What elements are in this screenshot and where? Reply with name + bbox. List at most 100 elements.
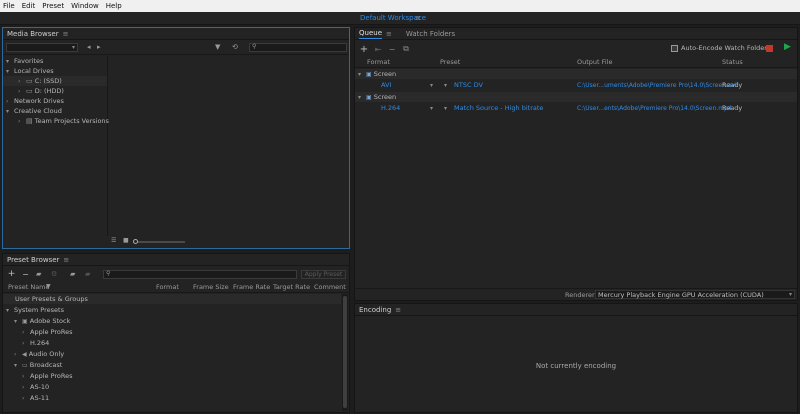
preset-row-user-presets[interactable]: User Presets & Groups	[3, 294, 341, 304]
forward-icon[interactable]: ▸	[97, 43, 101, 51]
import-icon[interactable]: ▰	[70, 270, 75, 278]
tab-watch-folders[interactable]: Watch Folders	[406, 30, 455, 38]
preset-scrollbar[interactable]	[342, 294, 348, 411]
menu-help[interactable]: Help	[106, 2, 122, 10]
preset-value[interactable]: Match Source - High bitrate	[454, 104, 543, 112]
preset-scrollbar-thumb[interactable]	[343, 296, 347, 408]
format-dropdown-icon[interactable]: ▾	[430, 105, 433, 112]
add-source-button[interactable]: +	[359, 44, 369, 55]
preset-dropdown-icon[interactable]: ▾	[444, 105, 447, 112]
preset-row-adobe-stock[interactable]: ▾ ▣ Adobe Stock	[3, 316, 70, 326]
preset-row-apple-prores[interactable]: › Apple ProRes	[3, 327, 73, 337]
media-browser-title: Media Browser	[7, 29, 59, 38]
workspace-menu-icon[interactable]: ≡	[415, 14, 421, 22]
tree-item-drive-c[interactable]: › ▭ C: (SSD)	[3, 76, 107, 86]
zoom-slider-handle[interactable]	[133, 239, 138, 244]
panel-menu-icon[interactable]: ≡	[63, 30, 69, 38]
status-value: Ready	[722, 81, 743, 89]
preset-row-broadcast[interactable]: ▾ ▭ Broadcast	[3, 360, 62, 370]
col-format[interactable]: Format	[156, 283, 179, 291]
media-browser-toolbar: ▾ ◂ ▸ ▼ ⟲ ⚲	[3, 41, 349, 55]
queue-panel: Queue ≡ Watch Folders + ⇤ − ⧉ Auto-Encod…	[354, 27, 798, 301]
new-group-icon[interactable]: ▰	[36, 270, 41, 278]
menu-file[interactable]: File	[3, 2, 15, 10]
output-file-value[interactable]: C:\User...uments\Adobe\Premiere Pro\14.0…	[577, 82, 737, 89]
tree-item-favorites[interactable]: ▾ Favorites	[6, 56, 43, 66]
col-target-rate[interactable]: Target Rate	[273, 283, 310, 291]
queue-menu-icon[interactable]: ≡	[386, 30, 392, 38]
queue-group-row[interactable]: ▾ ▣ Screen	[355, 92, 797, 102]
drive-icon: ▭	[26, 87, 33, 95]
queue-group-row[interactable]: ▾ ▣ Screen	[355, 69, 797, 79]
zoom-slider[interactable]	[133, 239, 185, 244]
drive-icon: ▭	[26, 77, 33, 85]
format-value[interactable]: H.264	[381, 104, 400, 112]
new-preset-button[interactable]: +	[7, 269, 16, 279]
preset-row-h264[interactable]: › H.264	[3, 338, 49, 348]
queue-item-row[interactable]: AVI ▾ ▾ NTSC DV C:\User...uments\Adobe\P…	[355, 80, 797, 90]
panel-menu-icon[interactable]: ≡	[63, 256, 69, 264]
media-search-input[interactable]: ⚲	[249, 43, 347, 52]
format-value[interactable]: AVI	[381, 81, 391, 89]
preset-browser-header: Preset Browser ≡	[3, 254, 349, 266]
preset-row-as10[interactable]: › AS-10	[3, 382, 49, 392]
col-frame-rate[interactable]: Frame Rate	[233, 283, 270, 291]
col-frame-size[interactable]: Frame Size	[193, 283, 229, 291]
tree-item-team-projects[interactable]: › ▤ Team Projects Versions	[18, 116, 109, 126]
export-icon[interactable]: ▰	[85, 270, 90, 278]
output-file-value[interactable]: C:\User...ents\Adobe\Premiere Pro\14.0\S…	[577, 105, 732, 112]
tab-queue[interactable]: Queue	[359, 29, 382, 39]
settings-icon[interactable]: ⚙	[51, 270, 57, 278]
col-comment[interactable]: Comment	[314, 283, 346, 291]
apply-preset-button[interactable]: Apply Preset	[301, 270, 346, 279]
auto-encode-checkbox[interactable]	[671, 45, 678, 52]
preset-search-input[interactable]: ⚲	[103, 270, 297, 279]
filter-icon[interactable]: ▼	[215, 43, 220, 51]
stop-queue-button[interactable]	[766, 45, 773, 52]
chevron-down-icon: ▾	[788, 291, 792, 298]
view-toggle-icon[interactable]: ⟲	[232, 43, 238, 51]
menu-window[interactable]: Window	[71, 2, 99, 10]
tree-item-network-drives[interactable]: › Network Drives	[6, 96, 64, 106]
media-browser-panel: Media Browser ≡ ▾ ◂ ▸ ▼ ⟲ ⚲ ▾ Favorites ▾…	[2, 27, 350, 249]
preset-column-header: Preset Name ▼ Format Frame Size Frame Ra…	[3, 283, 349, 293]
tree-item-local-drives[interactable]: ▾ Local Drives	[6, 66, 54, 76]
col-preset-name[interactable]: Preset Name	[8, 283, 50, 291]
remove-preset-button[interactable]: −	[21, 269, 30, 279]
group-name: Screen	[373, 70, 397, 78]
icon-view-icon[interactable]: ■	[123, 237, 129, 244]
queue-item-row[interactable]: H.264 ▾ ▾ Match Source - High bitrate C:…	[355, 103, 797, 113]
remove-button[interactable]: −	[387, 44, 397, 54]
renderer-dropdown[interactable]: Mercury Playback Engine GPU Acceleration…	[595, 290, 795, 299]
preset-dropdown-icon[interactable]: ▾	[444, 82, 447, 89]
col-status[interactable]: Status	[722, 58, 743, 66]
encoding-header: Encoding ≡	[355, 304, 797, 316]
menu-edit[interactable]: Edit	[22, 2, 36, 10]
renderer-bar: Renderer: Mercury Playback Engine GPU Ac…	[355, 288, 797, 300]
preset-row-as11[interactable]: › AS-11	[3, 393, 49, 403]
team-projects-icon: ▤	[26, 117, 33, 125]
col-preset[interactable]: Preset	[440, 58, 460, 66]
back-icon[interactable]: ◂	[87, 43, 91, 51]
tree-item-creative-cloud[interactable]: ▾ Creative Cloud	[6, 106, 62, 116]
broadcast-icon: ▭	[22, 361, 28, 369]
panel-menu-icon[interactable]: ≡	[395, 306, 401, 314]
preset-value[interactable]: NTSC DV	[454, 81, 483, 89]
preset-row-audio-only[interactable]: › ◀ Audio Only	[3, 349, 64, 359]
menu-preset[interactable]: Preset	[42, 2, 64, 10]
start-queue-button[interactable]: ▶	[784, 42, 791, 52]
col-format[interactable]: Format	[367, 58, 390, 66]
sort-icon[interactable]: ▼	[46, 283, 51, 290]
preset-row-apple-prores-broadcast[interactable]: › Apple ProRes	[3, 371, 73, 381]
add-output-button[interactable]: ⇤	[373, 44, 383, 54]
duplicate-button[interactable]: ⧉	[401, 44, 411, 54]
format-dropdown-icon[interactable]: ▾	[430, 82, 433, 89]
renderer-label: Renderer:	[565, 291, 597, 299]
tree-item-drive-d[interactable]: › ▭ D: (HDD)	[18, 86, 64, 96]
col-output-file[interactable]: Output File	[577, 58, 613, 66]
list-view-icon[interactable]: ☰	[111, 237, 116, 244]
preset-toolbar: + − ▰ ⚙ ▰ ▰ ⚲ Apply Preset	[3, 267, 349, 281]
queue-header: Queue ≡ Watch Folders	[355, 28, 797, 40]
location-dropdown[interactable]: ▾	[6, 43, 78, 52]
preset-row-system-presets[interactable]: ▾ System Presets	[3, 305, 64, 315]
